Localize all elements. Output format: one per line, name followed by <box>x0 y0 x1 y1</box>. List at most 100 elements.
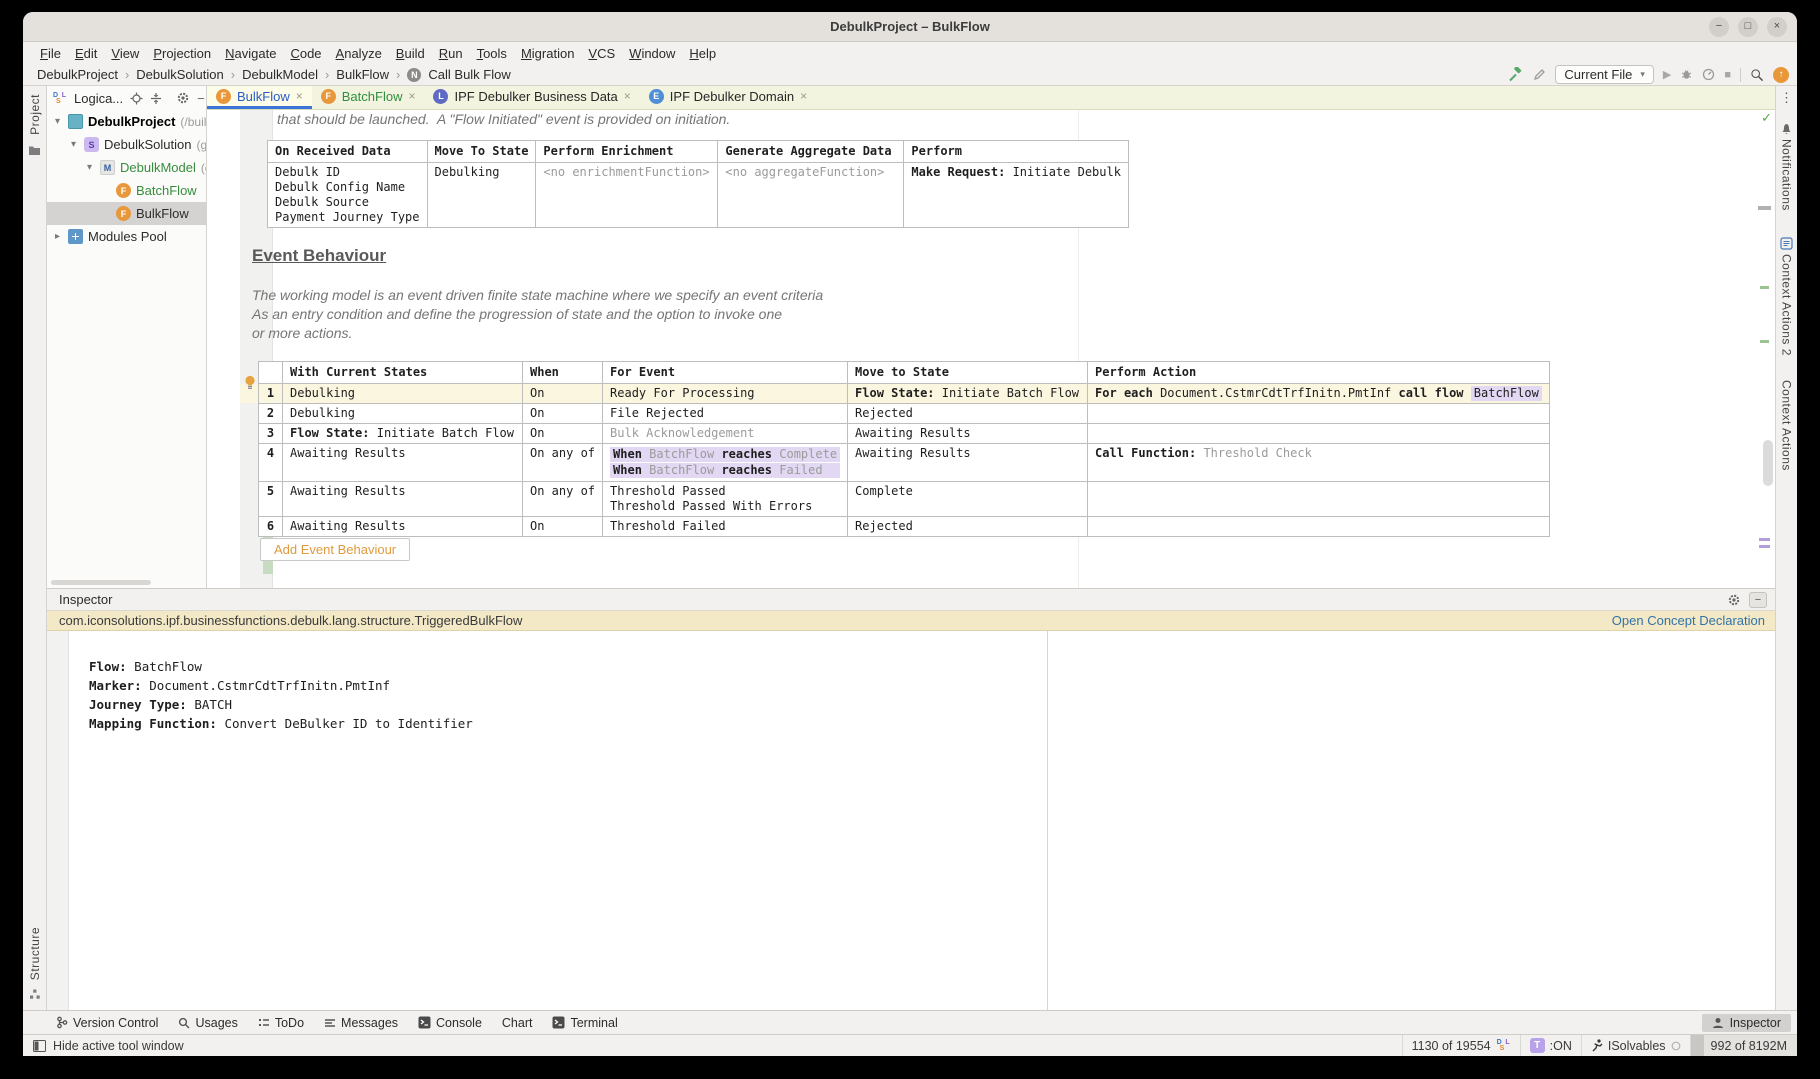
memory-indicator[interactable]: 992 of 8192M <box>1690 1035 1797 1056</box>
col-header: Move To State <box>427 141 536 163</box>
crumb-model[interactable]: DebulkModel <box>242 67 318 82</box>
close-icon[interactable]: × <box>296 89 303 103</box>
tree-item-debulkmodel[interactable]: ▾ M DebulkModel (gene <box>47 156 206 179</box>
chevron-down-icon[interactable]: ▾ <box>84 162 95 173</box>
toolwindow-inspector-active[interactable]: Inspector <box>1702 1014 1791 1032</box>
build-hammer-icon[interactable] <box>1508 67 1523 82</box>
vertical-scrollbar[interactable] <box>1763 440 1773 486</box>
open-concept-declaration-link[interactable]: Open Concept Declaration <box>1612 613 1765 628</box>
chevron-down-icon[interactable]: ▾ <box>52 116 63 127</box>
gear-icon[interactable] <box>1727 593 1741 607</box>
crumb-solution[interactable]: DebulkSolution <box>136 67 223 82</box>
gear-icon[interactable] <box>176 91 190 105</box>
menu-view[interactable]: View <box>104 46 146 61</box>
menu-window[interactable]: Window <box>622 46 682 61</box>
crumb-project[interactable]: DebulkProject <box>37 67 118 82</box>
toolwindow-terminal[interactable]: Terminal <box>552 1016 617 1030</box>
close-icon[interactable]: × <box>408 89 415 103</box>
locate-icon[interactable] <box>130 92 143 105</box>
project-view-selector[interactable]: Logica... <box>74 91 123 106</box>
tab-ipf-debulker-business-data[interactable]: L IPF Debulker Business Data × <box>424 86 639 109</box>
toolwindow-console[interactable]: Console <box>418 1016 482 1030</box>
received-data-cell[interactable]: Debulk ID Debulk Config Name Debulk Sour… <box>268 163 428 228</box>
debug-icon[interactable] <box>1680 68 1693 81</box>
hide-inspector-icon[interactable]: − <box>1749 592 1767 608</box>
horizontal-scrollbar[interactable] <box>51 580 151 585</box>
event-row-1[interactable]: 1 Debulking On Ready For Processing Flow… <box>259 384 1550 404</box>
toolstripe-project[interactable]: Project <box>28 94 42 135</box>
run-configuration-select[interactable]: Current File ▾ <box>1555 65 1653 84</box>
minimize-button[interactable]: − <box>1709 17 1729 37</box>
enrichment-cell[interactable]: <no enrichmentFunction> <box>536 163 718 228</box>
menu-file[interactable]: File <box>33 46 68 61</box>
tab-batchflow[interactable]: F BatchFlow × <box>312 86 425 109</box>
menu-tools[interactable]: Tools <box>470 46 514 61</box>
add-event-behaviour-button[interactable]: Add Event Behaviour <box>260 538 410 561</box>
validate-pen-icon[interactable] <box>1532 68 1546 82</box>
search-icon[interactable] <box>1750 68 1764 82</box>
stop-icon[interactable]: ■ <box>1724 69 1731 81</box>
perform-cell[interactable]: Make Request: Initiate Debulk <box>904 163 1129 228</box>
menu-navigate[interactable]: Navigate <box>218 46 283 61</box>
move-to-state-cell[interactable]: Debulking <box>427 163 536 228</box>
toolwindow-version-control[interactable]: Version Control <box>56 1016 158 1030</box>
event-condition[interactable]: When BatchFlow reaches Complete <box>610 447 840 462</box>
indicator-icon <box>1671 1041 1681 1051</box>
crumb-bulkflow[interactable]: BulkFlow <box>336 67 389 82</box>
context-actions-icon[interactable] <box>1780 237 1793 250</box>
more-icon[interactable]: ⋮ <box>1780 90 1793 106</box>
menu-vcs[interactable]: VCS <box>581 46 622 61</box>
menu-edit[interactable]: Edit <box>68 46 104 61</box>
menu-analyze[interactable]: Analyze <box>329 46 389 61</box>
maximize-button[interactable]: □ <box>1738 17 1758 37</box>
chevron-right-icon[interactable]: ▸ <box>52 231 63 242</box>
event-row-3[interactable]: 3 Flow State: Initiate Batch Flow On Bul… <box>259 424 1550 444</box>
menu-projection[interactable]: Projection <box>146 46 218 61</box>
isolables-indicator[interactable]: ISolvables <box>1581 1035 1690 1056</box>
hide-panel-icon[interactable]: − <box>197 91 205 106</box>
tab-bulkflow[interactable]: F BulkFlow × <box>207 86 312 109</box>
tree-item-debulksolution[interactable]: ▾ S DebulkSolution (gene <box>47 133 206 156</box>
toolstripe-context-actions[interactable]: Context Actions <box>1780 380 1794 471</box>
tab-ipf-debulker-domain[interactable]: E IPF Debulker Domain × <box>640 86 816 109</box>
intention-bulb-icon[interactable] <box>243 375 257 390</box>
event-row-5[interactable]: 5 Awaiting Results On any of Threshold P… <box>259 482 1550 517</box>
flow-reference[interactable]: BatchFlow <box>1471 386 1542 401</box>
bell-icon[interactable] <box>1780 122 1793 135</box>
tracing-toggle[interactable]: T :ON <box>1520 1035 1581 1056</box>
menu-migration[interactable]: Migration <box>514 46 581 61</box>
update-notification-icon[interactable]: ↑ <box>1773 67 1789 83</box>
caret-position[interactable]: 1130 of 19554 DLS <box>1402 1035 1520 1056</box>
run-icon[interactable]: ▶ <box>1663 68 1671 81</box>
tree-item-bulkflow-selected[interactable]: F BulkFlow <box>47 202 206 225</box>
aggregate-cell[interactable]: <no aggregateFunction> <box>718 163 904 228</box>
document-editor[interactable]: that should be launched. A "Flow Initiat… <box>207 110 1775 588</box>
collapse-all-icon[interactable] <box>150 92 162 105</box>
toolstripe-context-actions-2[interactable]: Context Actions 2 <box>1780 254 1794 356</box>
tree-item-debulkproject[interactable]: ▾ DebulkProject (/build/de <box>47 110 206 133</box>
pane-divider[interactable] <box>1047 631 1048 1010</box>
event-row-2[interactable]: 2 Debulking On File Rejected Rejected <box>259 404 1550 424</box>
menu-run[interactable]: Run <box>432 46 470 61</box>
toolwindow-chart[interactable]: Chart <box>502 1016 533 1030</box>
menu-code[interactable]: Code <box>283 46 328 61</box>
hide-toolwindow-control[interactable]: Hide active tool window <box>33 1039 184 1053</box>
close-icon[interactable]: × <box>800 89 807 103</box>
event-row-6[interactable]: 6 Awaiting Results On Threshold Failed R… <box>259 517 1550 537</box>
chevron-down-icon[interactable]: ▾ <box>68 139 79 150</box>
tree-item-modules-pool[interactable]: ▸ Modules Pool <box>47 225 206 248</box>
menu-build[interactable]: Build <box>389 46 432 61</box>
toolwindow-todo[interactable]: ToDo <box>258 1016 304 1030</box>
toolstripe-structure[interactable]: Structure <box>28 927 42 980</box>
menu-help[interactable]: Help <box>682 46 723 61</box>
close-icon[interactable]: × <box>624 89 631 103</box>
profiler-icon[interactable] <box>1702 68 1715 81</box>
tree-item-batchflow[interactable]: F BatchFlow <box>47 179 206 202</box>
event-row-4[interactable]: 4 Awaiting Results On any of When BatchF… <box>259 444 1550 482</box>
crumb-leaf[interactable]: Call Bulk Flow <box>428 67 510 82</box>
toolstripe-notifications[interactable]: Notifications <box>1780 139 1794 211</box>
toolwindow-messages[interactable]: Messages <box>324 1016 398 1030</box>
toolwindow-usages[interactable]: Usages <box>178 1016 237 1030</box>
event-condition[interactable]: When BatchFlow reaches Failed <box>610 463 840 478</box>
close-button[interactable]: × <box>1767 17 1787 37</box>
